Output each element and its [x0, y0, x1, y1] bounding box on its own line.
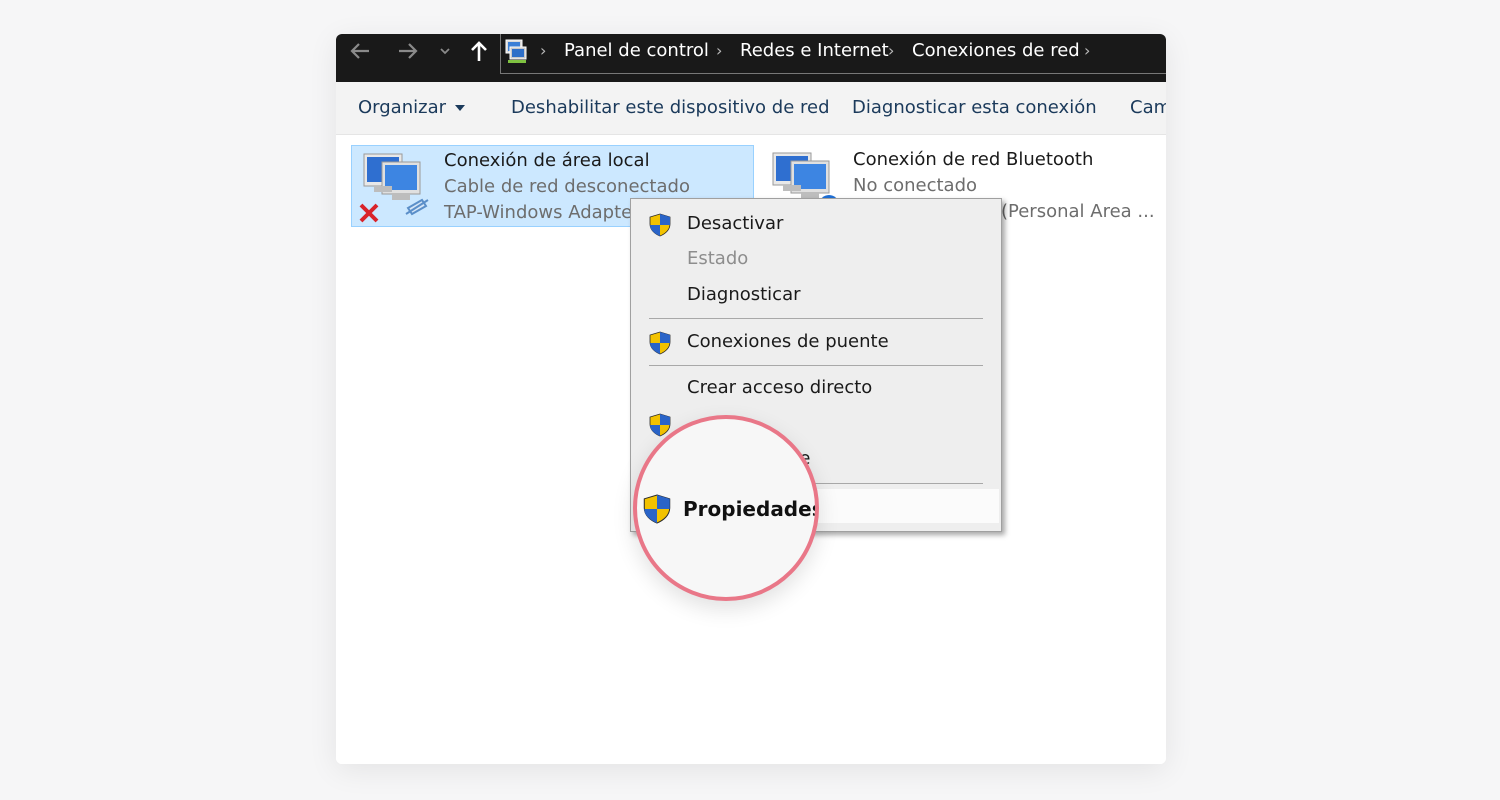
- arrow-up-icon: [471, 41, 487, 61]
- connection-adapter: (Personal Area ...: [1001, 201, 1155, 222]
- menu-item-label: Crear acceso directo: [687, 377, 873, 398]
- menu-item-label: Estado: [687, 248, 749, 269]
- connection-name: Conexión de red Bluetooth: [853, 149, 1094, 170]
- breadcrumb-separator: ›: [1084, 41, 1091, 60]
- breadcrumb-separator: ›: [888, 41, 895, 60]
- address-bar: › Panel de control › Redes e Internet › …: [336, 34, 1166, 82]
- breadcrumb-panel-de-control[interactable]: Panel de control: [564, 39, 709, 63]
- connection-name: Conexión de área local: [444, 150, 650, 171]
- disconnected-x-icon: [359, 203, 379, 223]
- uac-shield-icon: [643, 494, 671, 524]
- menu-separator: [649, 318, 983, 319]
- up-button[interactable]: [464, 34, 494, 68]
- menu-item-label: Diagnosticar: [687, 284, 801, 305]
- connection-status: Cable de red desconectado: [444, 176, 690, 197]
- menu-separator: [649, 365, 983, 366]
- forward-button[interactable]: [392, 34, 424, 68]
- menu-item-label: Conexiones de puente: [687, 331, 889, 352]
- caret-down-icon: [455, 105, 465, 111]
- breadcrumb-separator: ›: [716, 41, 723, 60]
- breadcrumb-conexiones-de-red[interactable]: Conexiones de red: [912, 39, 1080, 63]
- organize-button[interactable]: Organizar: [358, 96, 466, 120]
- recent-locations-button[interactable]: [434, 34, 456, 68]
- magnified-propiedades-label[interactable]: Propiedades: [683, 495, 815, 523]
- diagnose-connection-button[interactable]: Diagnosticar esta conexión: [852, 96, 1097, 120]
- arrow-right-icon: [399, 43, 418, 59]
- menu-item-crear-acceso-directo[interactable]: Crear acceso directo: [631, 371, 1001, 405]
- uac-shield-icon: [649, 413, 671, 437]
- command-bar: Organizar Deshabilitar este dispositivo …: [336, 82, 1166, 135]
- magnifier-callout: Propiedades: [633, 415, 819, 601]
- connection-status: No conectado: [853, 175, 978, 196]
- breadcrumb-redes-e-internet[interactable]: Redes e Internet: [740, 39, 889, 63]
- menu-item-desactivar[interactable]: Desactivar: [631, 207, 1001, 241]
- uac-shield-icon: [649, 331, 671, 355]
- back-button[interactable]: [344, 34, 376, 68]
- arrow-left-icon: [350, 43, 369, 59]
- organize-label: Organizar: [358, 97, 446, 118]
- network-folder-icon: [505, 39, 527, 63]
- menu-item-label: Desactivar: [687, 213, 784, 234]
- menu-item-estado[interactable]: Estado: [631, 242, 1001, 276]
- menu-item-diagnosticar[interactable]: Diagnosticar: [631, 278, 1001, 312]
- chevron-down-icon: [440, 48, 450, 55]
- change-settings-button[interactable]: Cam: [1130, 96, 1166, 120]
- uac-shield-icon: [649, 213, 671, 237]
- disable-device-button[interactable]: Deshabilitar este dispositivo de red: [511, 96, 830, 120]
- menu-item-conexiones-de-puente[interactable]: Conexiones de puente: [631, 325, 1001, 359]
- breadcrumb-separator: ›: [540, 41, 547, 60]
